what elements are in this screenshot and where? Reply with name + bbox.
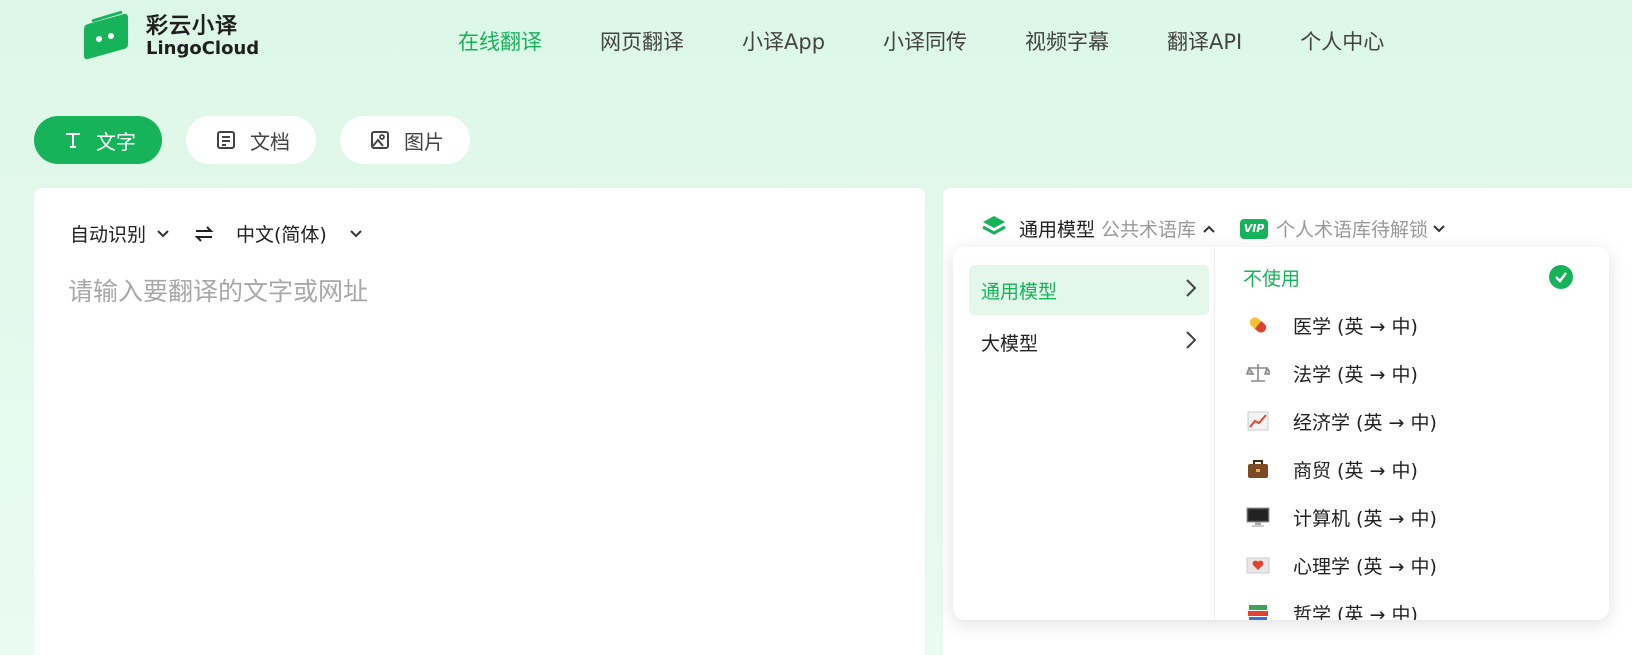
option-law[interactable]: 法学 (英 → 中) [1215,349,1609,397]
swap-languages-icon[interactable] [194,225,214,243]
nav-web-translate[interactable]: 网页翻译 [600,26,684,56]
nav-simultaneous[interactable]: 小译同传 [883,26,967,56]
nav-api[interactable]: 翻译API [1167,26,1242,56]
option-label: 法学 (英 → 中) [1293,363,1418,386]
model-dropdown: 通用模型 大模型 不使用 医学 (英 → 中) 法学 (英 → 中) 经济学 (… [953,247,1609,620]
document-icon [216,130,236,150]
nav-video-subtitles[interactable]: 视频字幕 [1025,26,1109,56]
text-icon [64,131,82,149]
source-language-select[interactable]: 自动识别 [70,220,170,247]
tab-image[interactable]: 图片 [340,116,470,164]
option-label: 经济学 (英 → 中) [1293,411,1437,434]
scales-icon [1245,362,1271,384]
chevron-right-icon [1185,278,1197,303]
chevron-right-icon [1185,330,1197,355]
source-panel: 自动识别 中文(简体) [34,188,925,655]
option-economics[interactable]: 经济学 (英 → 中) [1215,397,1609,445]
tab-document-label: 文档 [250,129,290,154]
image-icon [370,130,390,150]
option-computer[interactable]: 计算机 (英 → 中) [1215,493,1609,541]
target-language-label: 中文(简体) [236,224,327,246]
logo-name-en: LingoCloud [146,38,260,60]
category-label: 通用模型 [981,280,1058,303]
personal-term-library-label: 个人术语库待解锁 [1276,219,1429,241]
logo[interactable]: 彩云小译 LingoCloud [84,10,259,64]
model-name: 通用模型 [1019,219,1096,241]
term-library-options: 不使用 医学 (英 → 中) 法学 (英 → 中) 经济学 (英 → 中) 商贸… [1214,247,1609,620]
category-large-model[interactable]: 大模型 [969,317,1209,367]
chevron-down-icon [349,229,363,239]
option-label: 不使用 [1243,267,1301,290]
computer-icon [1245,506,1271,528]
option-trade[interactable]: 商贸 (英 → 中) [1215,445,1609,493]
option-label: 商贸 (英 → 中) [1293,459,1418,482]
mode-tabs: 文字 文档 图片 [34,116,494,164]
category-general-model[interactable]: 通用模型 [969,265,1209,315]
tab-text-label: 文字 [96,129,136,154]
main-nav: 在线翻译 网页翻译 小译App 小译同传 视频字幕 翻译API 个人中心 [458,26,1442,56]
nav-personal-center[interactable]: 个人中心 [1300,26,1384,56]
option-label: 计算机 (英 → 中) [1293,507,1437,530]
chart-icon [1245,410,1271,432]
model-select[interactable]: 通用模型 公共术语库 [981,214,1216,243]
logo-icon [84,10,130,64]
source-language-label: 自动识别 [70,224,147,246]
option-label: 医学 (英 → 中) [1293,315,1418,338]
option-label: 哲学 (英 → 中) [1293,603,1418,621]
source-text-input[interactable] [68,272,888,632]
tab-document[interactable]: 文档 [186,116,316,164]
logo-name-cn: 彩云小译 [146,14,239,39]
chevron-up-icon [1202,224,1216,234]
option-medicine[interactable]: 医学 (英 → 中) [1215,301,1609,349]
pill-icon [1245,314,1271,336]
nav-app[interactable]: 小译App [742,26,825,56]
briefcase-icon [1245,458,1271,480]
personal-term-library-select[interactable]: VIP 个人术语库待解锁 [1240,215,1446,242]
option-none[interactable]: 不使用 [1215,253,1609,301]
check-icon [1549,265,1573,289]
category-label: 大模型 [981,332,1039,355]
tab-image-label: 图片 [404,129,444,154]
chevron-down-icon [156,229,170,239]
vip-badge: VIP [1240,218,1269,239]
nav-online-translate[interactable]: 在线翻译 [458,26,542,56]
books-icon [1245,602,1271,620]
layers-icon [981,214,1007,243]
model-category-list: 通用模型 大模型 [969,265,1209,369]
public-term-library: 公共术语库 [1101,219,1197,241]
chevron-down-icon [1432,224,1446,234]
option-philosophy[interactable]: 哲学 (英 → 中) [1215,589,1609,620]
language-bar: 自动识别 中文(简体) [70,220,363,247]
heart-letter-icon [1245,554,1271,576]
model-bar: 通用模型 公共术语库 VIP 个人术语库待解锁 [981,214,1446,243]
tab-text[interactable]: 文字 [34,116,162,164]
target-language-select[interactable]: 中文(简体) [236,220,363,247]
option-label: 心理学 (英 → 中) [1293,555,1437,578]
option-psychology[interactable]: 心理学 (英 → 中) [1215,541,1609,589]
